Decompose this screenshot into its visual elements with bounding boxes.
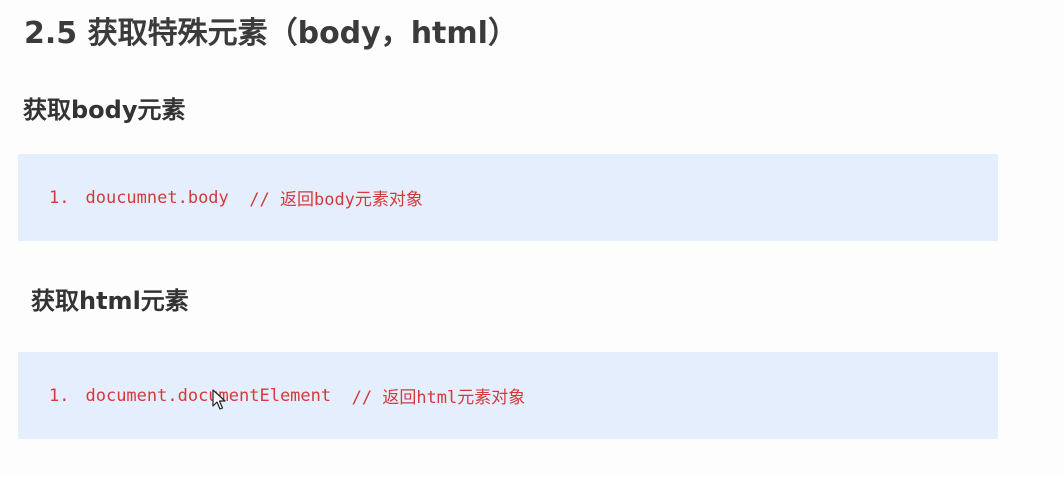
code-line: 1. document.documentElement // 返回html元素对象	[49, 352, 525, 439]
section-heading-html: 获取html元素	[31, 287, 189, 315]
code-statement: document.documentElement	[85, 385, 332, 406]
line-number: 1.	[49, 187, 70, 208]
mouse-pointer-icon	[212, 389, 226, 410]
code-block-body: 1. doucumnet.body // 返回body元素对象	[18, 154, 998, 241]
code-statement: doucumnet.body	[85, 187, 229, 208]
section-heading-body: 获取body元素	[23, 96, 186, 124]
code-comment: // 返回html元素对象	[351, 388, 526, 408]
code-comment: // 返回body元素对象	[249, 190, 423, 210]
code-line: 1. doucumnet.body // 返回body元素对象	[49, 154, 423, 241]
code-block-html: 1. document.documentElement // 返回html元素对象	[18, 352, 998, 439]
page-title: 2.5 获取特殊元素（body，html）	[24, 16, 518, 51]
line-number: 1.	[49, 385, 70, 406]
